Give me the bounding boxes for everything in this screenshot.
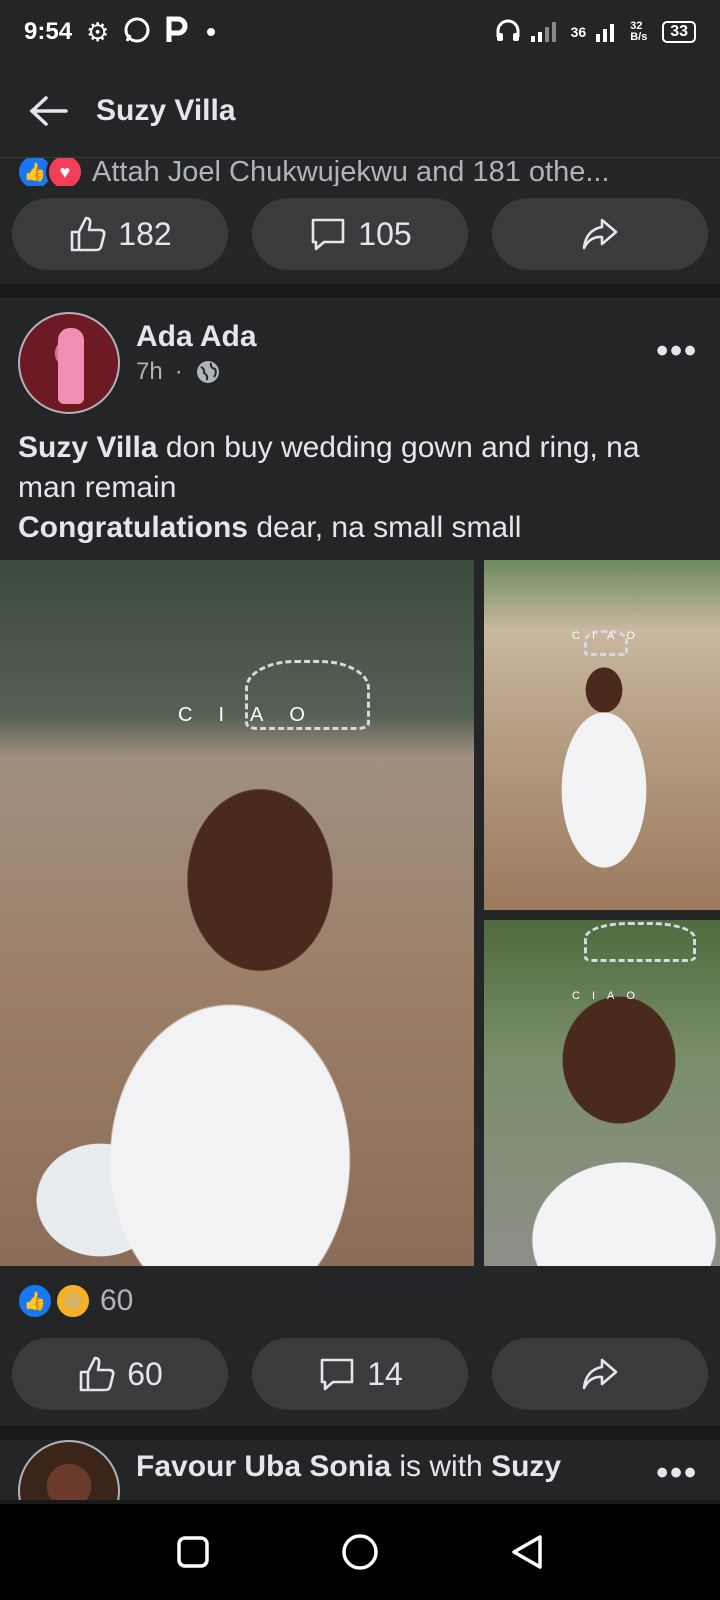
home-button[interactable] bbox=[330, 1522, 390, 1582]
data-speed: 32 B/s bbox=[630, 20, 648, 43]
mention-link[interactable]: Suzy Villa bbox=[18, 431, 158, 464]
app-header: Suzy Villa bbox=[0, 64, 720, 158]
with-text: is with bbox=[391, 1450, 492, 1483]
page-title: Suzy Villa bbox=[96, 93, 236, 127]
share-icon bbox=[582, 1358, 618, 1390]
tagged-name[interactable]: Suzy bbox=[491, 1450, 561, 1483]
settings-icon: ⚙ bbox=[86, 17, 110, 47]
author-name[interactable]: Ada Ada bbox=[136, 320, 257, 354]
screen: 9:54 ⚙ 36 32 B/s 33 Suzy Villa 👍 ♥ Attah… bbox=[0, 0, 720, 1600]
more-options-button[interactable]: ••• bbox=[656, 332, 698, 371]
photo-grid: CIAO CIAO CIAO bbox=[0, 560, 720, 1266]
post-card: Ada Ada 7h · ••• Suzy Villa don buy wedd… bbox=[0, 298, 720, 1426]
arrow-left-icon bbox=[29, 95, 68, 126]
comment-icon bbox=[320, 1358, 354, 1391]
recents-button[interactable] bbox=[163, 1522, 223, 1582]
watermark: CIAO bbox=[178, 704, 331, 726]
back-button[interactable] bbox=[26, 89, 70, 133]
globe-icon bbox=[196, 361, 219, 383]
post-card-next: Favour Uba Sonia is with Suzy ••• bbox=[0, 1440, 720, 1500]
network-label: 36 bbox=[570, 24, 587, 40]
notification-dot bbox=[207, 28, 216, 36]
back-nav-button[interactable] bbox=[497, 1522, 557, 1582]
author-avatar[interactable] bbox=[18, 312, 120, 414]
circle-icon bbox=[342, 1534, 378, 1570]
like-button[interactable]: 60 bbox=[12, 1338, 228, 1410]
author-name[interactable]: Favour Uba Sonia bbox=[136, 1450, 391, 1483]
reaction-summary[interactable]: 👍 😆 60 bbox=[0, 1276, 133, 1326]
system-nav-bar bbox=[0, 1504, 720, 1600]
love-reaction-icon: ♥ bbox=[46, 158, 84, 186]
post-header: Ada Ada 7h · ••• bbox=[0, 298, 720, 418]
post-card-previous: 👍 ♥ Attah Joel Chukwujekwu and 181 othe.… bbox=[0, 158, 720, 284]
thumbs-up-icon bbox=[70, 216, 106, 252]
thumbs-up-icon bbox=[79, 1356, 115, 1392]
post-text: Suzy Villa don buy wedding gown and ring… bbox=[0, 418, 720, 548]
like-button[interactable]: 182 bbox=[12, 198, 228, 270]
signal-icon bbox=[530, 20, 561, 45]
reaction-summary[interactable]: 👍 ♥ Attah Joel Chukwujekwu and 181 othe.… bbox=[0, 158, 720, 186]
triangle-back-icon bbox=[511, 1535, 542, 1569]
whatsapp-icon bbox=[123, 16, 151, 48]
like-reaction-icon: 👍 bbox=[16, 1282, 54, 1320]
comment-count: 105 bbox=[358, 215, 412, 252]
comment-icon bbox=[311, 218, 345, 251]
reaction-names: Attah Joel Chukwujekwu and 181 othe... bbox=[92, 158, 610, 186]
share-button[interactable] bbox=[492, 198, 708, 270]
like-count: 60 bbox=[127, 1355, 163, 1392]
watermark: CIAO bbox=[572, 990, 647, 1002]
post-meta: 7h · bbox=[136, 358, 221, 386]
photo-main[interactable]: CIAO bbox=[0, 560, 474, 1266]
photo-top-right[interactable]: CIAO bbox=[484, 560, 720, 910]
comment-button[interactable]: 14 bbox=[252, 1338, 468, 1410]
post-text-bold: Congratulations bbox=[18, 511, 248, 544]
haha-reaction-icon: 😆 bbox=[54, 1282, 92, 1320]
share-icon bbox=[582, 218, 618, 250]
p-app-icon bbox=[165, 16, 189, 48]
post-time[interactable]: 7h bbox=[136, 358, 163, 386]
meta-separator: · bbox=[174, 358, 183, 385]
battery-icon: 33 bbox=[662, 21, 696, 43]
photo-bottom-right[interactable]: CIAO bbox=[484, 920, 720, 1266]
author-line: Favour Uba Sonia is with Suzy bbox=[136, 1450, 561, 1484]
signal-icon-2 bbox=[596, 20, 620, 45]
reaction-count: 60 bbox=[100, 1284, 134, 1317]
like-count: 182 bbox=[118, 215, 172, 252]
more-options-button[interactable]: ••• bbox=[656, 1454, 698, 1493]
watermark: CIAO bbox=[572, 630, 647, 642]
headphones-icon bbox=[495, 19, 521, 46]
comment-count: 14 bbox=[367, 1355, 403, 1392]
comment-button[interactable]: 105 bbox=[252, 198, 468, 270]
square-icon bbox=[177, 1536, 210, 1568]
author-avatar[interactable] bbox=[18, 1440, 120, 1500]
post-text-line2: dear, na small small bbox=[248, 511, 522, 544]
status-time: 9:54 bbox=[24, 18, 73, 45]
share-button[interactable] bbox=[492, 1338, 708, 1410]
status-bar: 9:54 ⚙ 36 32 B/s 33 bbox=[0, 0, 720, 64]
